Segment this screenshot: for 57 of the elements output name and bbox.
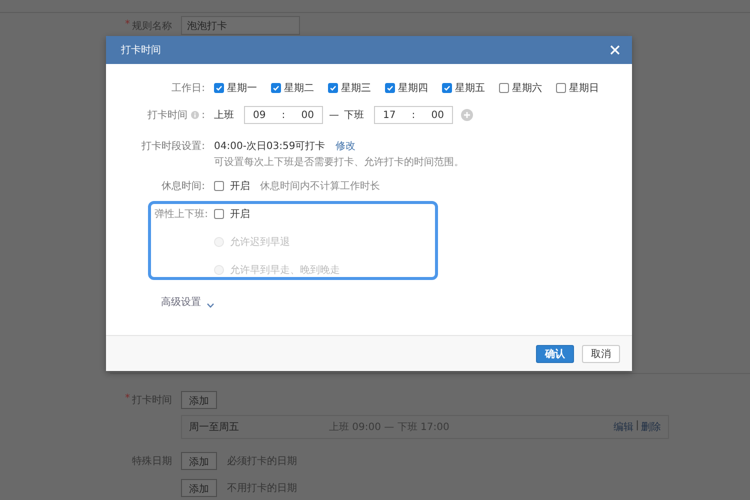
delete-link[interactable]: 删除 — [641, 420, 661, 434]
weekday-label: 星期四 — [398, 82, 428, 95]
checkbox[interactable] — [214, 181, 224, 191]
checkbox[interactable] — [214, 209, 224, 219]
checkbox[interactable] — [271, 83, 281, 93]
checkbox[interactable] — [328, 83, 338, 93]
link-separator: | — [636, 420, 639, 433]
cancel-button[interactable]: 取消 — [582, 344, 620, 362]
advanced-settings-toggle[interactable]: 高级设置 — [161, 295, 201, 309]
close-icon[interactable] — [610, 45, 620, 55]
radio-label: 允许迟到早退 — [230, 236, 290, 249]
weekday-label: 星期日 — [569, 82, 599, 95]
weekday-label: 星期二 — [284, 82, 314, 95]
label-colon: : — [202, 110, 205, 120]
period-value: 04:00-次日03:59可打卡 — [214, 140, 326, 153]
field-label: 弹性上下班: — [154, 208, 208, 221]
checkbox[interactable] — [214, 83, 224, 93]
confirm-button[interactable]: 确认 — [536, 344, 574, 362]
dialog-title: 打卡时间 — [121, 44, 161, 57]
field-hint: 休息时间内不计算工作时长 — [260, 180, 380, 193]
time-input-field[interactable]: 17 : 00 — [374, 106, 453, 124]
weekday-label: 星期三 — [341, 82, 371, 95]
weekday-label: 星期六 — [512, 82, 542, 95]
required-mark: * — [125, 18, 130, 32]
name-input-field[interactable]: 泡泡打卡 — [181, 16, 300, 35]
hour-value: 09 — [253, 110, 266, 120]
radio-label: 允许早到早走、晚到晚走 — [230, 264, 340, 277]
on-duty-label: 上班 — [214, 108, 234, 122]
required-mark: * — [125, 393, 130, 406]
option-label: 开启 — [230, 180, 250, 193]
edit-link[interactable]: 编辑 — [614, 420, 634, 434]
hour-value: 17 — [383, 110, 396, 120]
weekday-label: 星期一 — [227, 82, 257, 95]
time-input-field[interactable]: 09 : 00 — [244, 106, 323, 124]
schedule-days: 周一至周五 — [189, 420, 329, 434]
option-label: 开启 — [230, 208, 250, 221]
field-label: 休息时间: — [162, 180, 205, 193]
minute-value: 00 — [301, 110, 314, 120]
field-label: 工作日: — [172, 82, 205, 95]
checkbox[interactable] — [442, 83, 452, 93]
checkbox[interactable] — [556, 83, 566, 93]
field-label: 打卡时段设置: — [142, 140, 205, 153]
time-colon: : — [412, 110, 416, 120]
field-label: 打卡时间 — [148, 108, 188, 122]
checkbox[interactable] — [499, 83, 509, 93]
range-dash: — — [329, 110, 339, 120]
add-button[interactable]: 添加 — [181, 452, 217, 470]
time-colon: : — [282, 110, 286, 120]
add-button[interactable]: 添加 — [181, 479, 217, 497]
checkbox[interactable] — [385, 83, 395, 93]
add-button[interactable]: 添加 — [181, 391, 217, 409]
field-hint: 可设置每次上下班是否需要打卡、允许打卡的时间范围。 — [214, 156, 465, 169]
info-icon — [190, 111, 199, 119]
off-duty-label: 下班 — [344, 108, 364, 122]
minute-value: 00 — [431, 110, 444, 120]
weekday-label: 星期五 — [455, 82, 485, 95]
modify-link[interactable]: 修改 — [335, 139, 356, 153]
